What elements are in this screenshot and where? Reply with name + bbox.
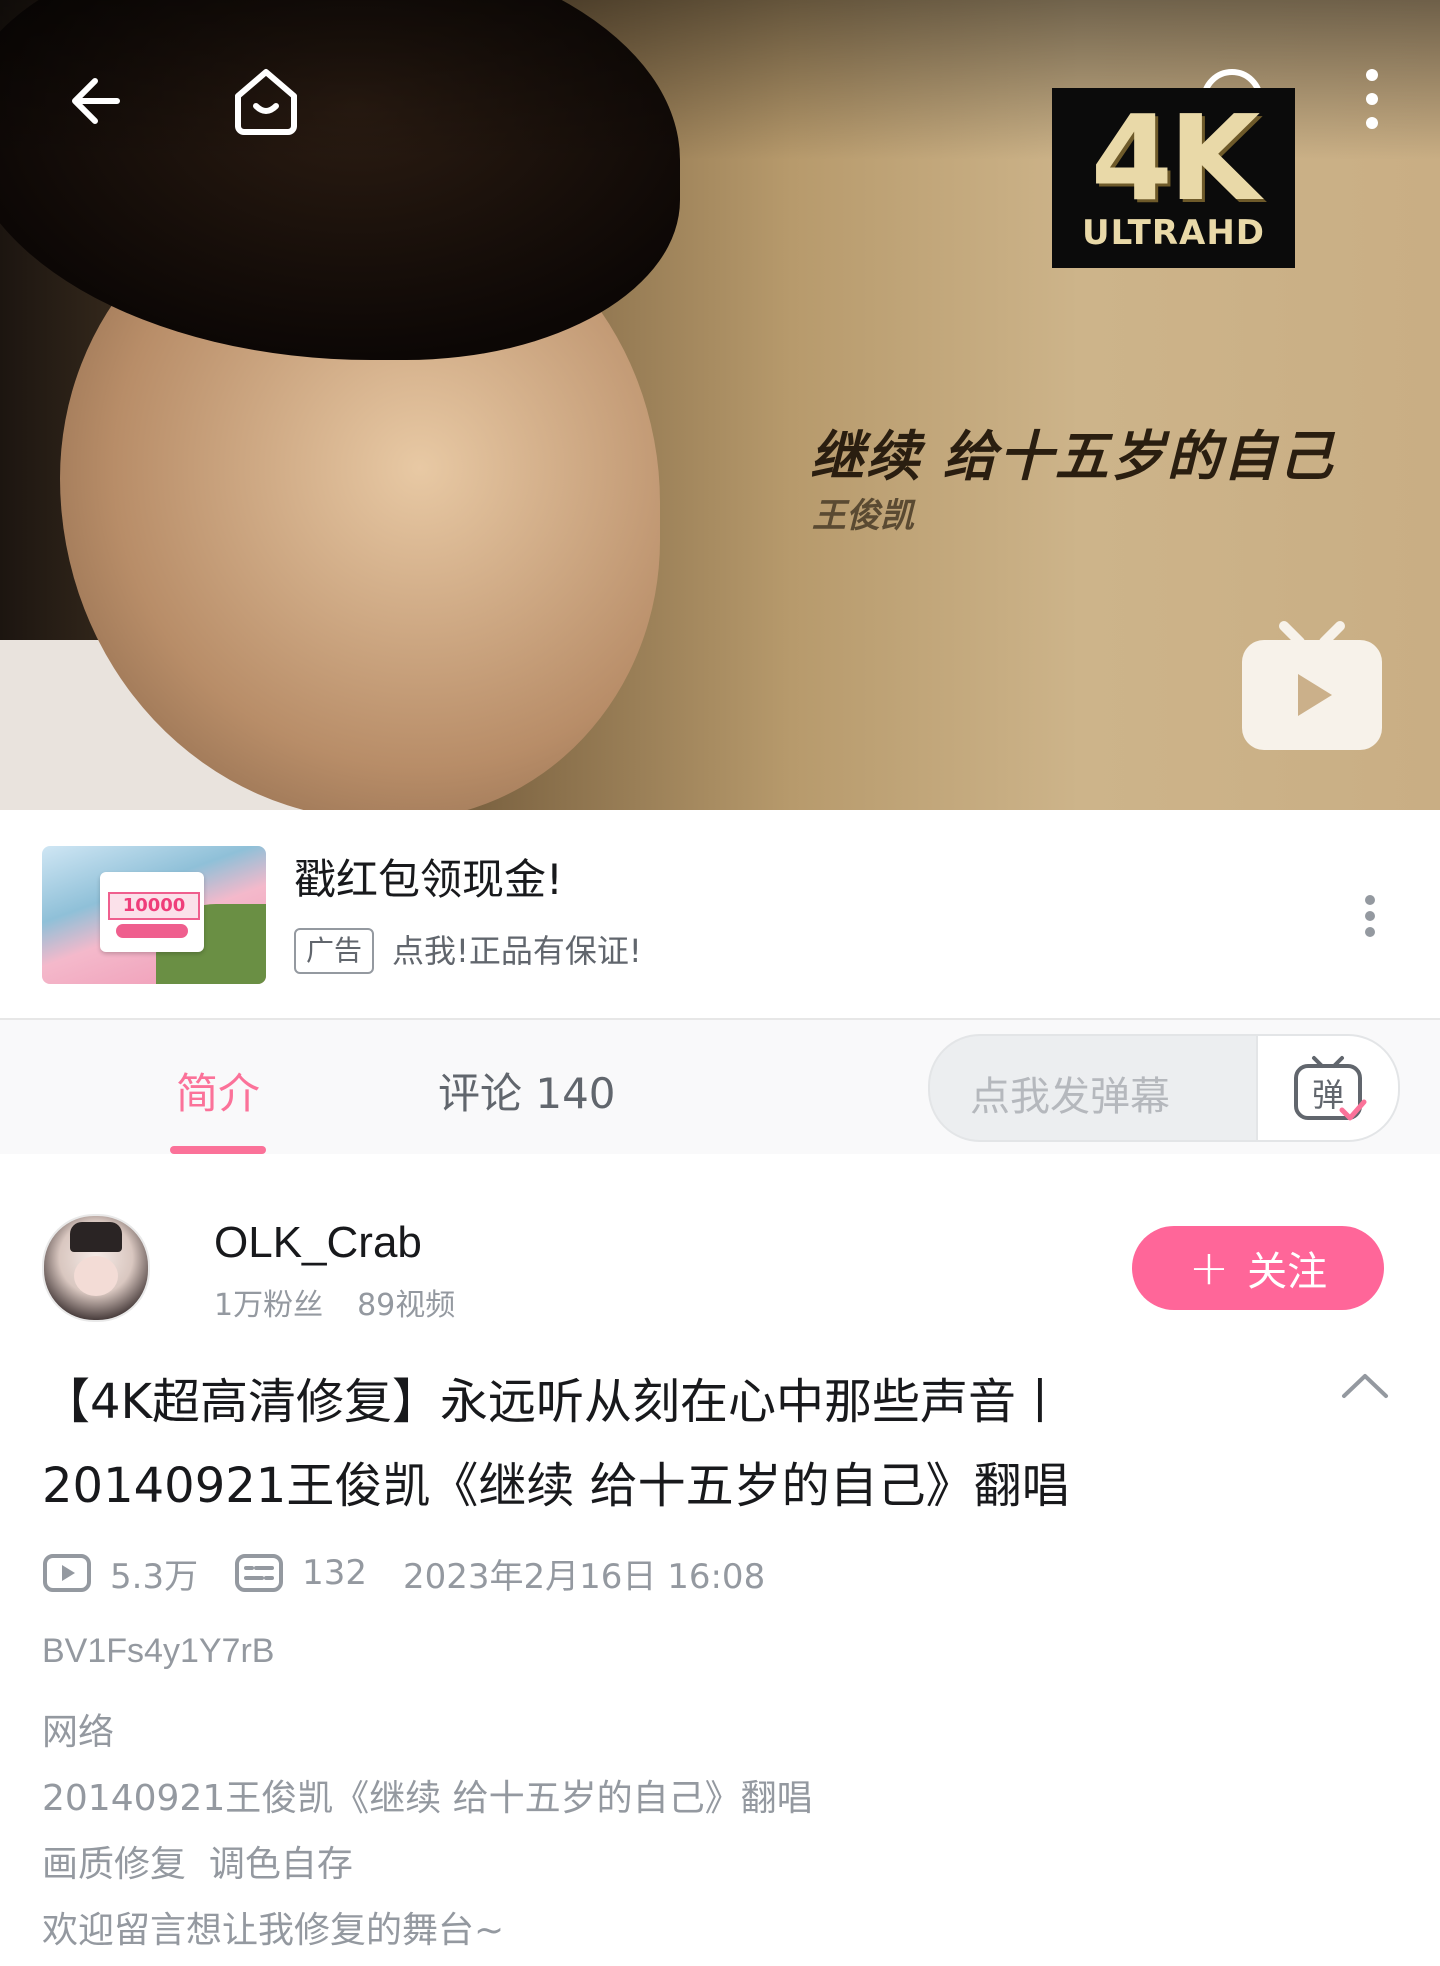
play-tv-icon[interactable] [1240, 616, 1384, 754]
ad-banner[interactable]: 10000 戳红包领现金! 广告 点我!正品有保证! [0, 810, 1440, 1020]
chevron-up-icon[interactable] [1340, 1370, 1390, 1400]
video-title-line1: 【4K超高清修复】永远听从刻在心中那些声音丨 [42, 1374, 1065, 1430]
tab-intro[interactable]: 简介 [176, 1060, 260, 1121]
uploader-avatar[interactable] [42, 1214, 150, 1322]
publish-time: 2023年2月16日 16:08 [402, 1556, 766, 1597]
ad-thumbnail[interactable]: 10000 [42, 846, 266, 984]
uploader-videos: 89视频 [357, 1288, 456, 1323]
danmaku-count-icon [235, 1554, 284, 1592]
play-count-icon [43, 1554, 91, 1592]
video-overlay-subtitle: 王俊凯 [812, 496, 914, 536]
bvid-text[interactable]: BV1Fs4y1Y7rB [42, 1632, 274, 1671]
ad-label-badge: 广告 [294, 928, 375, 974]
uploader-name[interactable]: OLK_Crab [214, 1218, 422, 1268]
danmaku-input[interactable]: 点我发弹幕 [970, 1064, 1170, 1122]
description-line: 网络 [42, 1712, 115, 1753]
follow-button[interactable]: + 关注 [1132, 1226, 1384, 1310]
ad-title: 戳红包领现金! [294, 855, 563, 904]
back-arrow-icon[interactable] [62, 66, 132, 136]
description-line: 欢迎留言想让我修复的舞台~ [42, 1910, 505, 1951]
svg-text:弹: 弹 [1312, 1076, 1344, 1114]
danmaku-input-box[interactable]: 点我发弹幕 弹 [928, 1034, 1400, 1142]
video-player[interactable]: 4K ULTRAHD 继续 给十五岁的自己 王俊凯 [0, 0, 1440, 810]
video-meta-row: 5.3万 132 2023年2月16日 16:08 [42, 1546, 801, 1600]
ad-more-icon[interactable] [1364, 894, 1376, 938]
4k-ultrahd-logo: 4K ULTRAHD [1052, 88, 1295, 268]
uploader-fans: 1万粉丝 [214, 1288, 324, 1323]
home-icon[interactable] [226, 60, 306, 140]
ad-description: 点我!正品有保证! [392, 932, 642, 970]
plus-icon: + [1188, 1240, 1230, 1296]
tab-bar: 简介 评论 140 点我发弹幕 弹 [0, 1020, 1440, 1154]
tab-comments[interactable]: 评论 140 [438, 1060, 616, 1121]
ad-thumb-card: 10000 [100, 872, 204, 952]
uploader-stats: 1万粉丝 89视频 [214, 1280, 489, 1324]
danmaku-count: 132 [302, 1553, 367, 1593]
follow-label: 关注 [1247, 1249, 1328, 1295]
more-vertical-icon[interactable] [1354, 64, 1390, 134]
video-description: 网络 20140921王俊凯《继续 给十五岁的自己》翻唱 画质修复 调色自存 欢… [42, 1700, 813, 1964]
tab-active-indicator [170, 1146, 266, 1154]
description-line: 20140921王俊凯《继续 给十五岁的自己》翻唱 [42, 1778, 813, 1819]
view-count: 5.3万 [110, 1556, 199, 1597]
danmaku-settings-button[interactable]: 弹 [1256, 1036, 1398, 1140]
video-title: 【4K超高清修复】永远听从刻在心中那些声音丨 20140921王俊凯《继续 给十… [42, 1360, 1162, 1528]
video-title-line2: 20140921王俊凯《继续 给十五岁的自己》翻唱 [42, 1458, 1070, 1514]
video-overlay-title: 继续 给十五岁的自己 [810, 424, 1335, 488]
danmaku-toggle-icon: 弹 [1294, 1056, 1367, 1121]
description-line: 画质修复 调色自存 [42, 1844, 353, 1885]
